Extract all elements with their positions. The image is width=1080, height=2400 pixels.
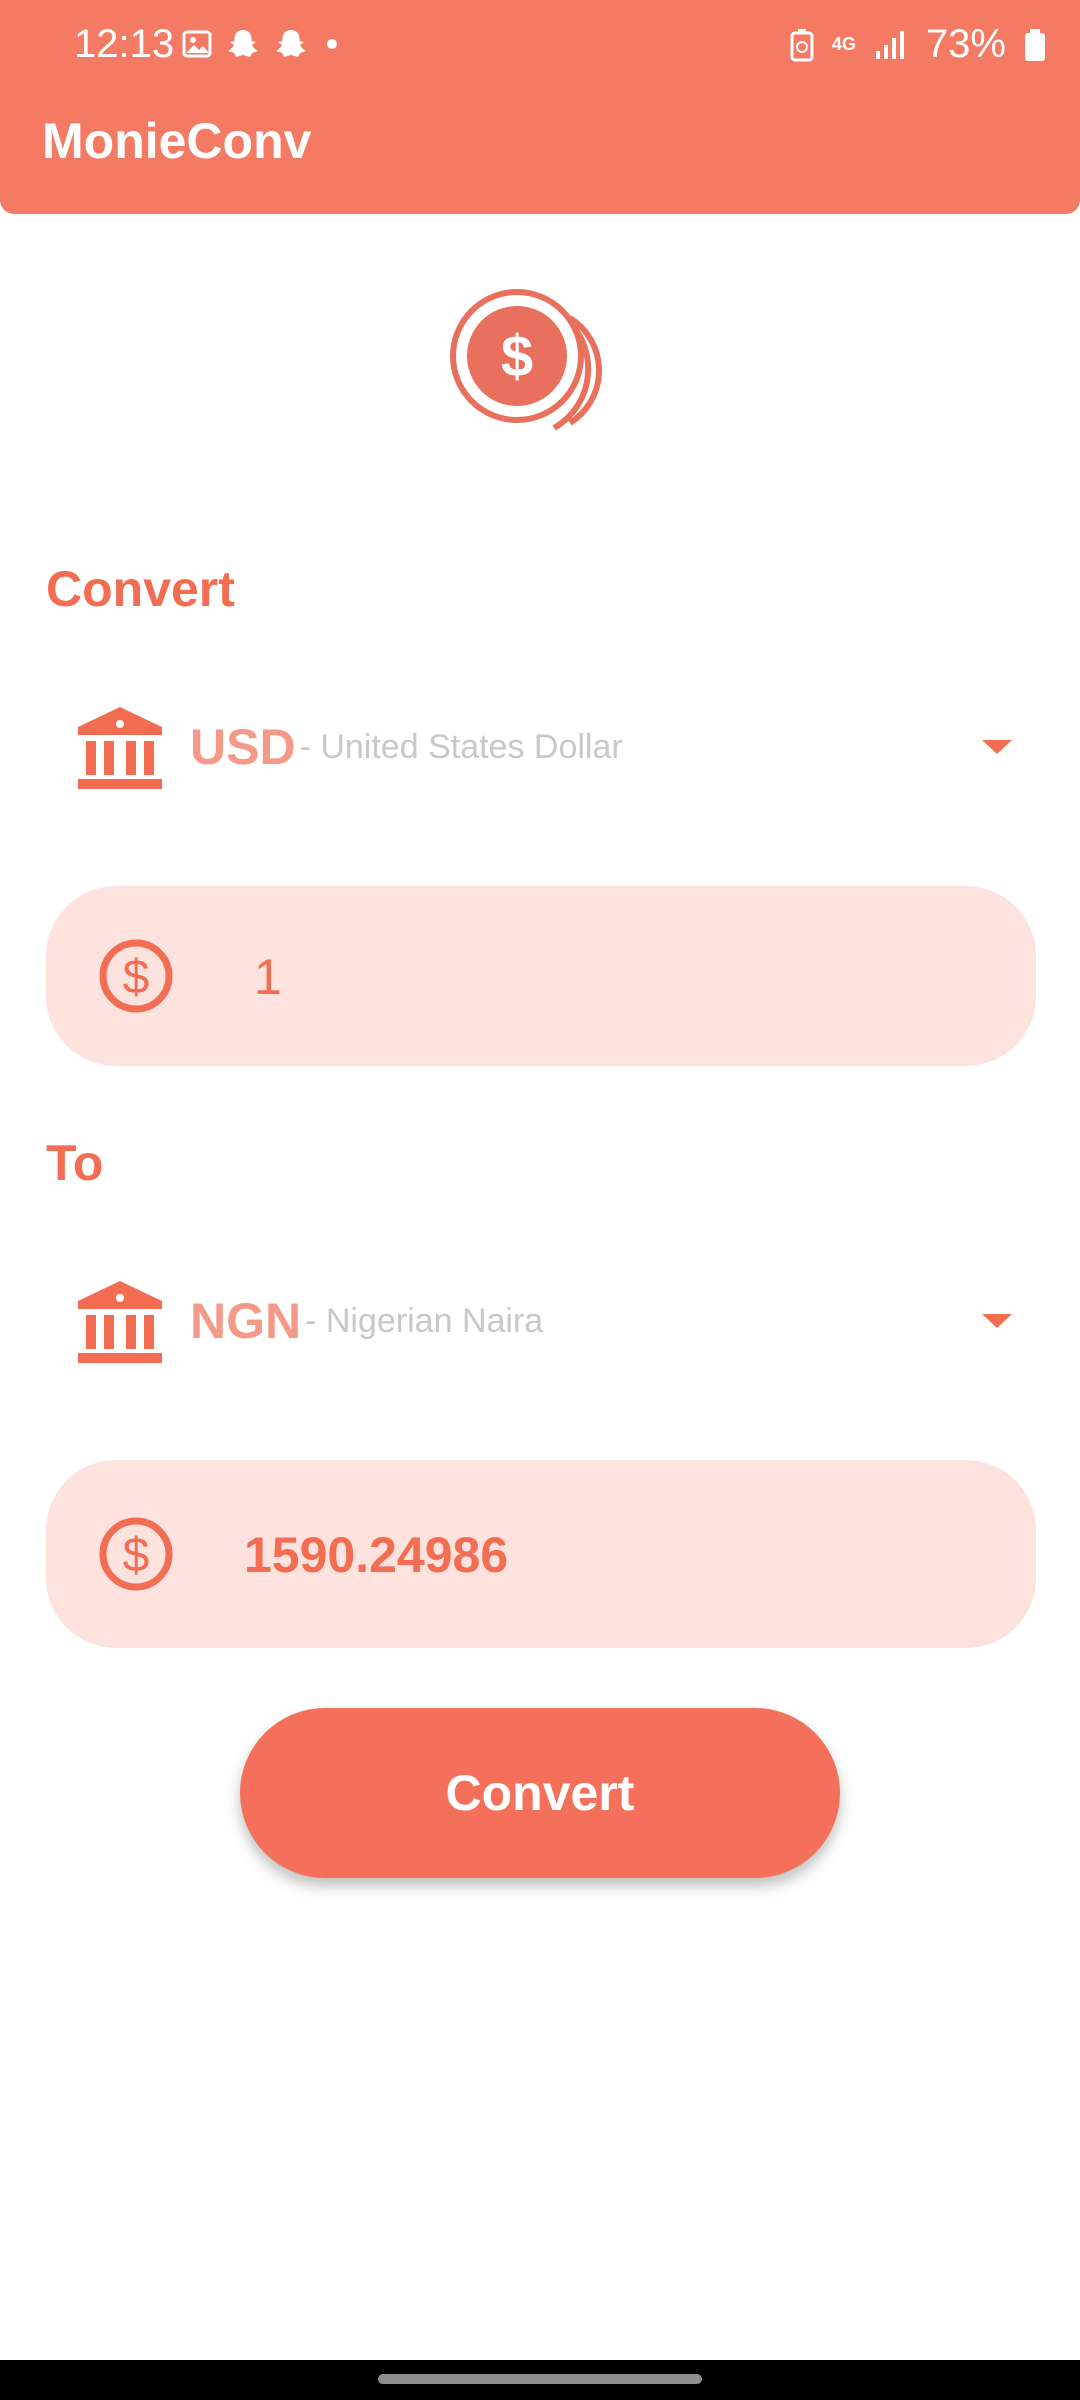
from-currency-code: USD xyxy=(190,719,296,775)
svg-text:$: $ xyxy=(123,1529,150,1582)
svg-text:$: $ xyxy=(501,324,533,389)
status-time: 12:13 xyxy=(74,22,175,66)
to-amount-result: 1590.24986 xyxy=(244,1527,509,1583)
to-amount-field[interactable]: $ 1590.24986 xyxy=(46,1460,1036,1648)
navigation-bar xyxy=(0,2360,1080,2400)
app-title: MonieConv xyxy=(42,113,312,169)
caret-down-icon[interactable] xyxy=(982,740,1012,754)
bank-icon xyxy=(78,707,162,789)
notification-icons xyxy=(182,28,342,60)
to-currency-name: - Nigerian Naira xyxy=(305,1301,544,1340)
from-amount-input[interactable]: 1 xyxy=(254,948,282,1006)
dot-icon xyxy=(327,39,337,49)
bank-icon xyxy=(78,1281,162,1363)
status-right: 4G 73% xyxy=(790,22,1046,67)
battery-icon xyxy=(1025,28,1045,61)
gallery-icon xyxy=(182,30,212,58)
from-currency-select[interactable]: USD - United States Dollar xyxy=(46,692,1036,802)
app-bar: 12:13 4G 73% MonieConv xyxy=(0,0,1080,214)
from-amount-field[interactable]: $ 1 xyxy=(46,886,1036,1066)
coins-dollar-icon: $ xyxy=(450,289,603,431)
snapchat-icon xyxy=(228,30,258,57)
to-section-label: To xyxy=(46,1135,104,1191)
convert-button[interactable]: Convert xyxy=(240,1708,840,1878)
caret-down-icon[interactable] xyxy=(982,1314,1012,1328)
from-currency-name: - United States Dollar xyxy=(299,727,623,766)
to-currency-code: NGN xyxy=(190,1293,302,1349)
signal-icon xyxy=(875,30,904,59)
battery-percent: 73% xyxy=(925,22,1006,66)
dollar-circle-icon: $ xyxy=(99,939,173,1013)
convert-section-label: Convert xyxy=(46,561,235,617)
home-gesture-handle[interactable] xyxy=(378,2374,702,2384)
to-currency-select[interactable]: NGN - Nigerian Naira xyxy=(46,1266,1036,1376)
battery-saver-icon xyxy=(790,28,814,61)
dollar-circle-icon: $ xyxy=(99,1517,173,1591)
snapchat-icon xyxy=(276,30,306,57)
network-type: 4G xyxy=(831,34,856,54)
svg-text:$: $ xyxy=(123,951,150,1004)
